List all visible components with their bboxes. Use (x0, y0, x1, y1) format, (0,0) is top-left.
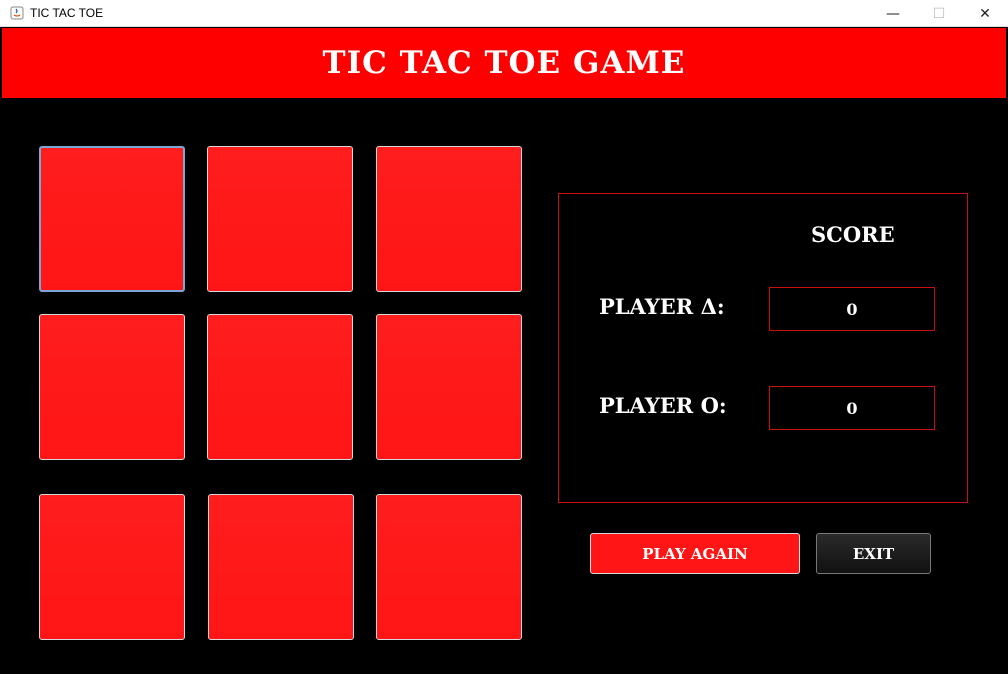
score-panel: SCORE PLAYER Δ: 0 PLAYER O: 0 (558, 193, 968, 503)
score-title: SCORE (811, 222, 895, 247)
game-title: TIC TAC TOE GAME (322, 45, 686, 81)
player-triangle-score: 0 (769, 287, 935, 331)
board-cell-7[interactable] (39, 494, 185, 640)
window-controls: — ☐ ✕ (870, 0, 1008, 27)
window-title: TIC TAC TOE (30, 6, 104, 20)
minimize-button[interactable]: — (870, 0, 916, 27)
player-o-label: PLAYER O: (599, 393, 727, 418)
board-cell-4[interactable] (39, 314, 185, 460)
close-button[interactable]: ✕ (962, 0, 1008, 27)
java-app-icon (10, 6, 24, 20)
player-triangle-label: PLAYER Δ: (599, 294, 725, 319)
board-cell-1[interactable] (39, 146, 185, 292)
board-cell-5[interactable] (207, 314, 353, 460)
board-cell-6[interactable] (376, 314, 522, 460)
player-o-score: 0 (769, 386, 935, 430)
maximize-button[interactable]: ☐ (916, 0, 962, 27)
window-titlebar: TIC TAC TOE — ☐ ✕ (0, 0, 1008, 27)
exit-button[interactable]: EXIT (816, 533, 931, 574)
board-cell-3[interactable] (376, 146, 522, 292)
board-cell-9[interactable] (376, 494, 522, 640)
game-header: TIC TAC TOE GAME (2, 28, 1006, 98)
board-cell-8[interactable] (208, 494, 354, 640)
board-cell-2[interactable] (207, 146, 353, 292)
play-again-button[interactable]: PLAY AGAIN (590, 533, 800, 574)
